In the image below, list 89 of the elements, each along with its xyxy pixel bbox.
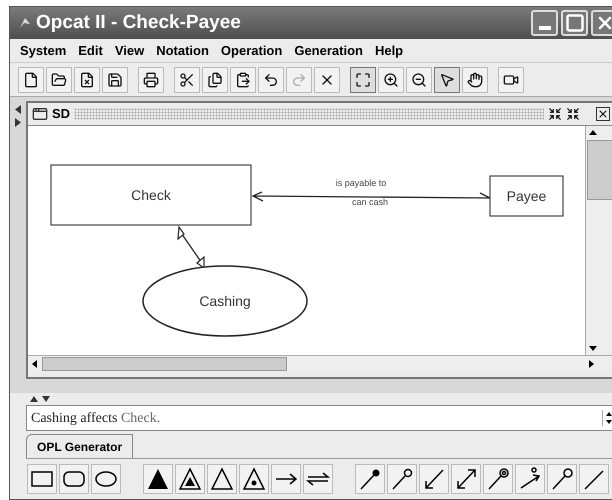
split-down-icon[interactable] bbox=[42, 396, 50, 402]
process-ellipse[interactable]: Cashing bbox=[142, 265, 308, 337]
maximize-button[interactable] bbox=[561, 10, 588, 36]
palette-button[interactable] bbox=[175, 464, 205, 494]
toolbar-button[interactable] bbox=[230, 66, 256, 92]
close-button[interactable] bbox=[591, 10, 612, 36]
frame-title: SD bbox=[52, 105, 70, 124]
zoom-out-icon bbox=[411, 72, 427, 88]
effect-link[interactable] bbox=[177, 225, 205, 270]
palette-button[interactable] bbox=[27, 464, 57, 494]
document-icon bbox=[23, 72, 39, 88]
scissors-icon bbox=[179, 72, 195, 88]
menu-item[interactable]: Generation bbox=[288, 40, 369, 60]
scroll-thumb[interactable] bbox=[42, 356, 287, 370]
object-box[interactable]: Check bbox=[50, 164, 252, 226]
split-up-icon[interactable] bbox=[30, 396, 38, 402]
app-icon bbox=[18, 16, 32, 30]
toolbar-button[interactable] bbox=[18, 66, 44, 92]
menu-item[interactable]: Edit bbox=[72, 40, 109, 60]
menu-item[interactable]: View bbox=[108, 40, 150, 60]
toolbar-button[interactable] bbox=[74, 66, 100, 92]
folder-icon bbox=[51, 72, 67, 88]
palette-button[interactable] bbox=[59, 464, 89, 494]
opl-text-area[interactable]: Cashing affects Check. bbox=[26, 405, 612, 431]
palette-button[interactable] bbox=[547, 464, 577, 494]
palette-button[interactable] bbox=[515, 464, 545, 494]
toolbar-button[interactable] bbox=[434, 66, 460, 92]
toolbar-button[interactable] bbox=[258, 66, 284, 92]
fit-icon bbox=[355, 72, 371, 88]
save-icon bbox=[107, 72, 123, 88]
palette-button[interactable] bbox=[91, 464, 121, 494]
nested-triangle-icon bbox=[177, 466, 203, 492]
printer-icon bbox=[143, 72, 159, 88]
toolbar-button[interactable] bbox=[202, 66, 228, 92]
palette-button[interactable] bbox=[451, 464, 481, 494]
toolbar-button[interactable] bbox=[462, 66, 488, 92]
palette-button[interactable] bbox=[355, 464, 385, 494]
palette-button[interactable] bbox=[579, 464, 609, 494]
pointer-icon bbox=[439, 72, 455, 88]
menu-item[interactable]: Help bbox=[368, 40, 410, 60]
vertical-scrollbar[interactable] bbox=[585, 126, 612, 355]
documents-icon bbox=[207, 72, 223, 88]
opl-sentence: Cashing affects Check. bbox=[31, 410, 162, 428]
undo-icon bbox=[263, 72, 279, 88]
toolbar-button[interactable] bbox=[46, 66, 72, 92]
maximize-icon bbox=[564, 13, 584, 33]
minimize-button[interactable] bbox=[531, 10, 558, 36]
minimize-icon bbox=[538, 26, 550, 30]
horizontal-scrollbar[interactable] bbox=[28, 355, 612, 371]
minimize-frame-icon[interactable] bbox=[548, 107, 562, 121]
triangle-icon bbox=[209, 466, 235, 492]
zoom-in-icon bbox=[383, 72, 399, 88]
menu-item[interactable]: Notation bbox=[150, 40, 215, 60]
toolbar-button[interactable] bbox=[406, 66, 432, 92]
scroll-thumb[interactable] bbox=[587, 140, 612, 200]
toolbar-button[interactable] bbox=[314, 66, 340, 92]
toolbar-button[interactable] bbox=[138, 66, 164, 92]
toolbar-button[interactable] bbox=[378, 66, 404, 92]
expand-right-icon[interactable] bbox=[15, 118, 21, 127]
palette-button[interactable] bbox=[271, 464, 301, 494]
redo-icon bbox=[291, 72, 307, 88]
link-label: is payable to bbox=[336, 178, 386, 188]
window-icon bbox=[32, 106, 48, 122]
title-grip[interactable] bbox=[74, 108, 544, 120]
palette-button[interactable] bbox=[387, 464, 417, 494]
document-x-icon bbox=[79, 72, 95, 88]
object-box[interactable]: Payee bbox=[489, 175, 564, 217]
palette-button[interactable] bbox=[143, 464, 173, 494]
toolbar-button[interactable] bbox=[350, 66, 376, 92]
toolbar-button[interactable] bbox=[174, 66, 200, 92]
spin-down-icon[interactable] bbox=[605, 418, 612, 426]
restore-frame-icon[interactable] bbox=[566, 107, 580, 121]
tab[interactable]: OPL Generator bbox=[26, 434, 134, 458]
menu-item[interactable]: Operation bbox=[214, 40, 288, 60]
palette-button[interactable] bbox=[207, 464, 237, 494]
palette-button[interactable] bbox=[239, 464, 269, 494]
toolbar-button[interactable] bbox=[102, 66, 128, 92]
spin-up-icon[interactable] bbox=[605, 410, 612, 418]
hand-icon bbox=[467, 72, 483, 88]
menu-item[interactable]: System bbox=[14, 40, 72, 60]
window-title: Opcat II - Check-Payee bbox=[36, 10, 242, 35]
close-frame-icon[interactable] bbox=[596, 107, 610, 121]
palette-button[interactable] bbox=[483, 464, 513, 494]
clipboard-icon bbox=[235, 72, 251, 88]
palette-button[interactable] bbox=[419, 464, 449, 494]
link-label: can cash bbox=[352, 197, 388, 207]
collapse-left-icon[interactable] bbox=[15, 105, 21, 114]
palette-button[interactable] bbox=[303, 464, 333, 494]
toolbar-button[interactable] bbox=[498, 66, 524, 92]
